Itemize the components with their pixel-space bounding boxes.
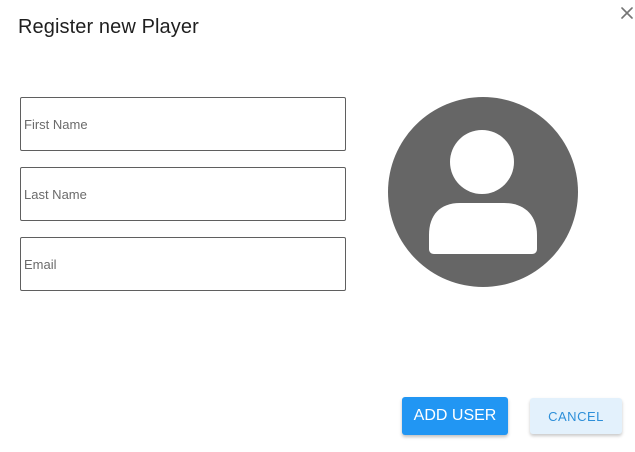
- cancel-button[interactable]: CANCEL: [530, 398, 622, 434]
- last-name-field[interactable]: [20, 167, 346, 221]
- dialog-title: Register new Player: [18, 16, 199, 38]
- user-avatar-icon: [388, 97, 578, 287]
- email-field[interactable]: [20, 237, 346, 291]
- close-icon: [621, 7, 633, 19]
- first-name-field[interactable]: [20, 97, 346, 151]
- close-button[interactable]: [616, 2, 635, 24]
- add-user-button[interactable]: ADD USER: [402, 397, 508, 435]
- last-name-input[interactable]: [21, 168, 345, 220]
- email-input[interactable]: [21, 238, 345, 290]
- register-player-dialog: Register new Player ADD USER CANCEL: [0, 0, 635, 452]
- avatar[interactable]: [388, 97, 578, 287]
- first-name-input[interactable]: [21, 98, 345, 150]
